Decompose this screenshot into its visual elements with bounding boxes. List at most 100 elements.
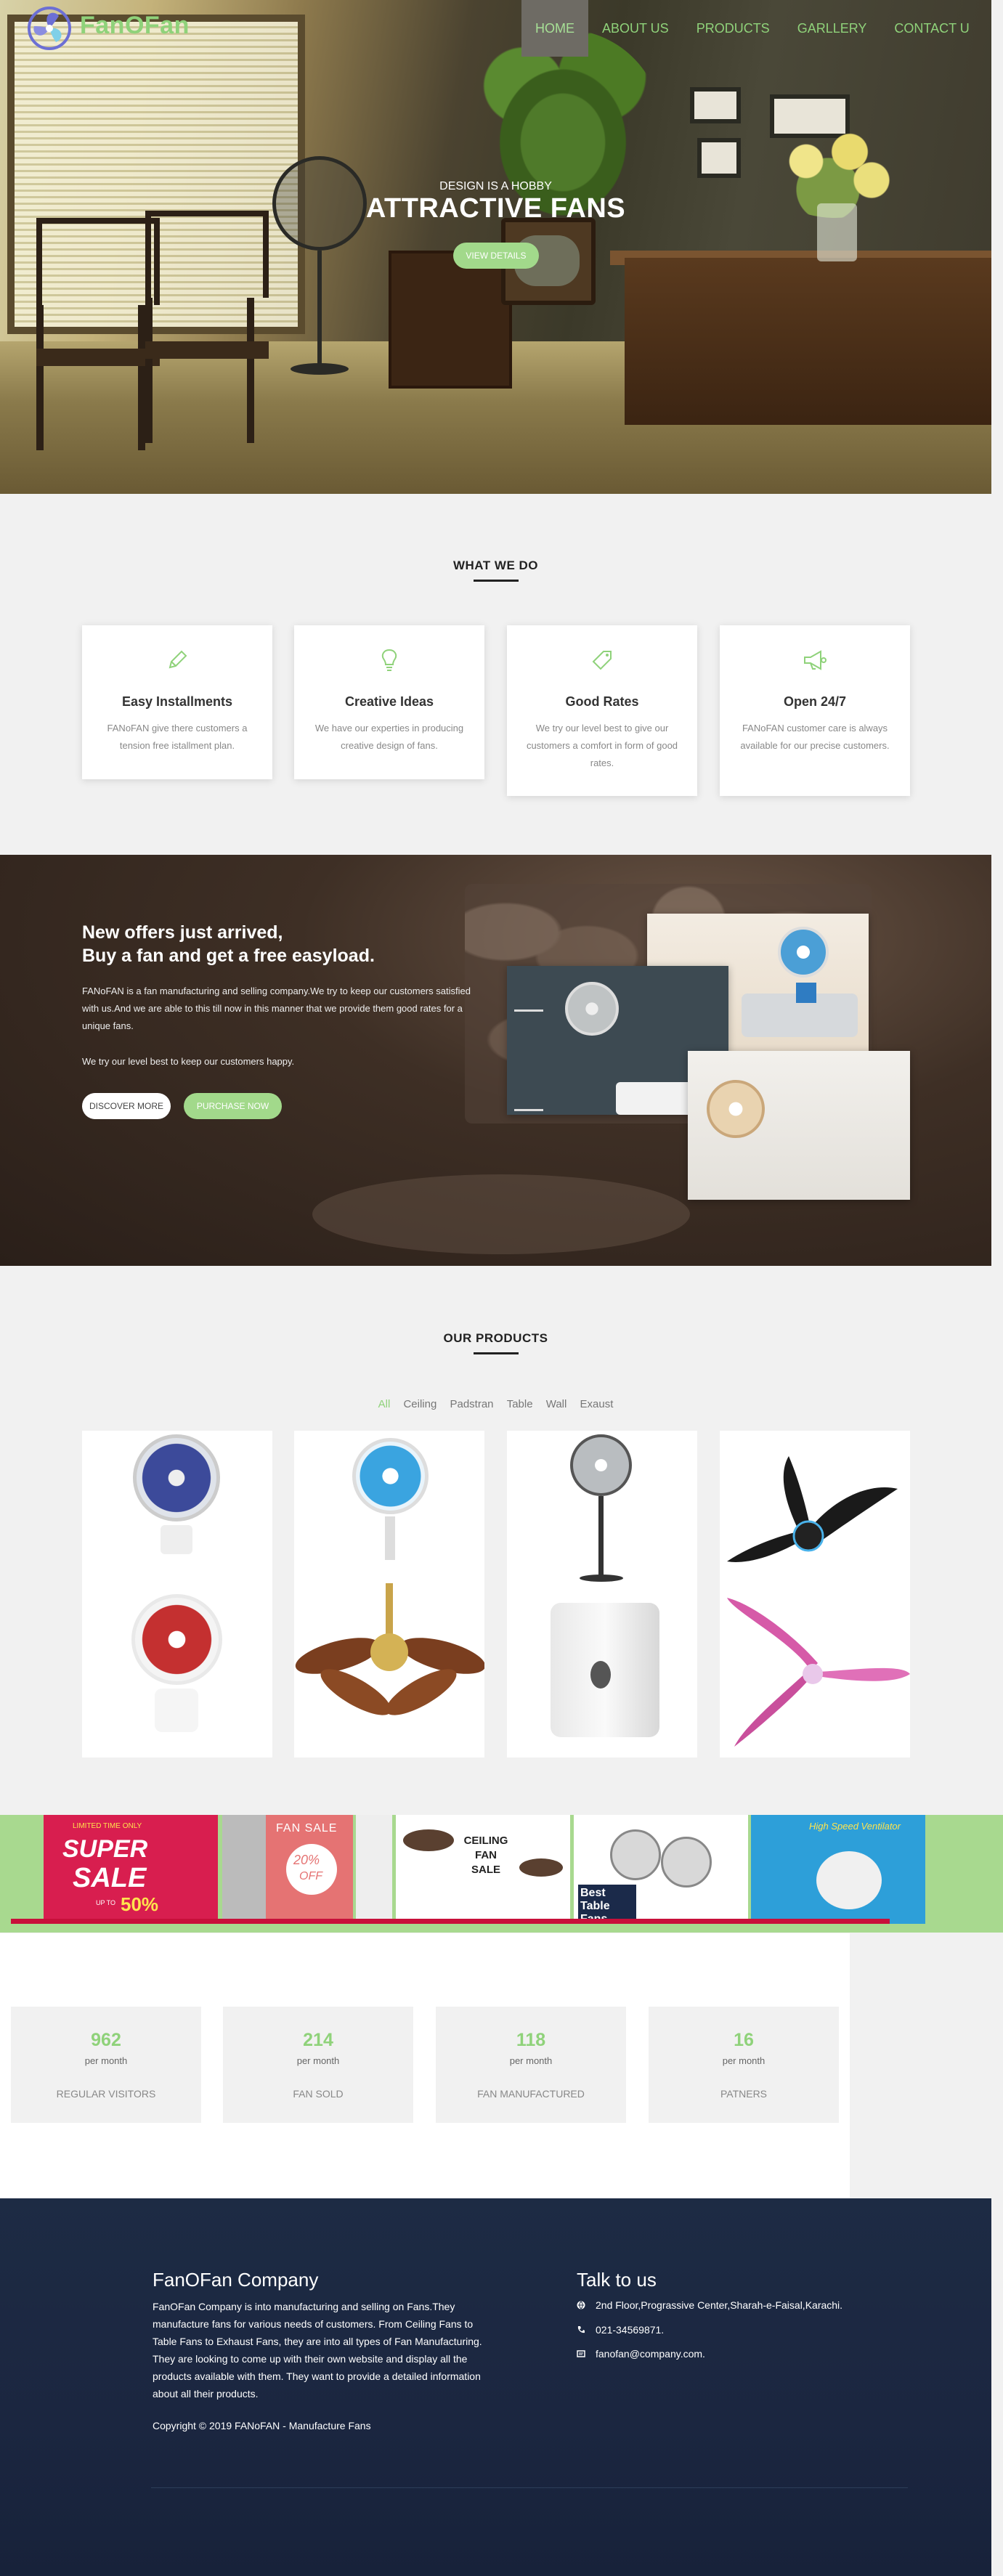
ceiling-fan-wood-image bbox=[295, 1583, 484, 1715]
banner-text: SALE bbox=[73, 1863, 147, 1893]
chair-image bbox=[145, 211, 269, 443]
mail-icon bbox=[577, 2350, 585, 2357]
main-nav: HOME ABOUT US PRODUCTS GARLLERY CONTACT … bbox=[521, 0, 983, 57]
section-title-what-we-do: WHAT WE DO bbox=[452, 558, 539, 572]
section-title-underline bbox=[474, 580, 519, 582]
offer-paragraph: FANoFAN is a fan manufacturing and selli… bbox=[82, 986, 471, 1031]
stat-card-fan-sold: 214 per month FAN SOLD bbox=[223, 2007, 413, 2123]
ceiling-fan-floral-image bbox=[727, 1598, 910, 1747]
wall-fan-photo-white-wall bbox=[688, 1051, 910, 1200]
nav-item-products[interactable]: PRODUCTS bbox=[683, 0, 784, 57]
wall-fan-stem bbox=[385, 1516, 395, 1560]
footer-email[interactable]: fanofan@company.com. bbox=[577, 2348, 705, 2360]
discover-more-button[interactable]: DISCOVER MORE bbox=[82, 1093, 171, 1119]
banner-text: SUPER bbox=[62, 1835, 148, 1863]
pedestal-fan-base bbox=[580, 1575, 623, 1582]
pencil-icon bbox=[168, 650, 187, 669]
stat-value: 214 bbox=[303, 2030, 333, 2050]
stat-period: per month bbox=[722, 2055, 766, 2066]
fan-base bbox=[291, 363, 349, 375]
product-card-table-fans[interactable] bbox=[82, 1431, 272, 1758]
service-text: FANoFAN give there customers a tension f… bbox=[107, 723, 248, 751]
promo-banner-strip: LIMITED TIME ONLY SUPER SALE UP TO 50% F… bbox=[0, 1815, 1003, 1933]
brand-logo-text[interactable]: FanOFan bbox=[80, 12, 190, 40]
filter-all[interactable]: All bbox=[378, 1398, 391, 1410]
filter-wall[interactable]: Wall bbox=[546, 1398, 567, 1410]
stat-value: 118 bbox=[516, 2030, 546, 2050]
globe-icon bbox=[577, 2301, 585, 2309]
ceiling-fan-sale-banner[interactable]: CEILING FAN SALE bbox=[396, 1815, 570, 1924]
stat-value: 16 bbox=[734, 2030, 754, 2050]
hero-title: ATTRACTIVE FANS bbox=[365, 193, 626, 224]
table-fan-blue-image bbox=[133, 1434, 220, 1521]
banner-text: UP TO bbox=[96, 1899, 116, 1906]
banner-text: CEILING FAN SALE bbox=[463, 1835, 508, 1876]
ceiling-fan-black-image bbox=[727, 1456, 898, 1562]
service-card-open-24-7: Open 24/7 FANoFAN customer care is alway… bbox=[720, 625, 910, 796]
filter-ceiling[interactable]: Ceiling bbox=[403, 1398, 436, 1410]
table-fan-base bbox=[161, 1525, 192, 1554]
view-details-button[interactable]: VIEW DETAILS bbox=[453, 243, 539, 269]
service-title: Open 24/7 bbox=[783, 694, 847, 709]
cabinet-image bbox=[389, 251, 512, 389]
banner-text: LIMITED TIME ONLY bbox=[73, 1822, 142, 1830]
service-title: Easy Installments bbox=[121, 694, 233, 709]
service-text: FANoFAN customer care is always availabl… bbox=[740, 723, 890, 751]
product-filters: All Ceiling Padstran Table Wall Exaust bbox=[0, 1398, 991, 1410]
filter-padstran[interactable]: Padstran bbox=[450, 1398, 493, 1410]
footer-phone-text: 021-34569871. bbox=[596, 2324, 665, 2336]
banner-text: High Speed Ventilator bbox=[809, 1821, 901, 1832]
stat-period: per month bbox=[84, 2055, 128, 2066]
footer-company-text: FanOFan Company is into manufacturing an… bbox=[153, 2301, 482, 2400]
nav-item-home[interactable]: HOME bbox=[521, 0, 588, 57]
nav-item-about-us[interactable]: ABOUT US bbox=[588, 0, 683, 57]
service-card-good-rates: Good Rates We try our level best to give… bbox=[507, 625, 697, 796]
service-card-installments: Easy Installments FANoFAN give there cus… bbox=[82, 625, 272, 779]
banner-text: OFF bbox=[299, 1870, 322, 1882]
hero-banner: FanOFan HOME ABOUT US PRODUCTS GARLLERY … bbox=[0, 0, 991, 494]
filter-table[interactable]: Table bbox=[507, 1398, 533, 1410]
product-card-wall-ceiling[interactable] bbox=[294, 1431, 484, 1758]
offer-paragraph: We try our level best to keep our custom… bbox=[82, 1056, 295, 1067]
super-sale-banner[interactable]: LIMITED TIME ONLY SUPER SALE UP TO 50% bbox=[44, 1815, 218, 1924]
banner-text: Best Table Fans bbox=[578, 1885, 636, 1924]
hero-subtitle: DESIGN IS A HOBBY bbox=[439, 180, 552, 192]
pedestal-fan-image bbox=[570, 1434, 632, 1496]
lightbulb-icon bbox=[381, 649, 397, 671]
ceiling-fan-thumb bbox=[403, 1829, 454, 1851]
service-card-creative-ideas: Creative Ideas We have our experties in … bbox=[294, 625, 484, 779]
footer-talk-title: Talk to us bbox=[577, 2269, 657, 2291]
ceiling-fan-thumb bbox=[356, 1815, 392, 1924]
stat-label: REGULAR VISITORS bbox=[56, 2088, 156, 2100]
rug-image bbox=[312, 1174, 690, 1254]
service-title: Creative Ideas bbox=[344, 694, 434, 709]
footer-email-text: fanofan@company.com. bbox=[596, 2348, 705, 2360]
purchase-now-button[interactable]: PURCHASE NOW bbox=[184, 1093, 282, 1119]
product-card-ceiling-fans[interactable] bbox=[720, 1431, 910, 1758]
strip-accent-bar bbox=[11, 1919, 890, 1924]
fan-sale-banner[interactable]: FAN SALE 20% OFF bbox=[266, 1815, 353, 1924]
desk-image bbox=[625, 258, 991, 425]
product-card-pedestal-exhaust[interactable] bbox=[507, 1431, 697, 1758]
filter-exaust[interactable]: Exaust bbox=[580, 1398, 614, 1410]
exhaust-fan-image bbox=[551, 1603, 659, 1737]
offer-heading: New offers just arrived, Buy a fan and g… bbox=[82, 921, 375, 967]
tag-icon bbox=[592, 651, 612, 670]
nav-item-contact[interactable]: CONTACT U bbox=[880, 0, 983, 57]
nav-item-gallery[interactable]: GARLLERY bbox=[784, 0, 881, 57]
service-text: We try our level best to give our custom… bbox=[526, 723, 678, 768]
best-table-fans-banner[interactable]: Best Table Fans bbox=[574, 1815, 748, 1924]
fan-pole bbox=[317, 251, 322, 367]
footer-copyright: Copyright © 2019 FANoFAN - Manufacture F… bbox=[153, 2420, 371, 2431]
high-speed-ventilator-banner[interactable]: High Speed Ventilator bbox=[751, 1815, 925, 1924]
table-fan-red-image bbox=[131, 1594, 222, 1685]
offer-heading-line: Buy a fan and get a free easyload. bbox=[82, 946, 375, 966]
fan-logo-icon[interactable] bbox=[25, 4, 73, 52]
section-title-our-products: OUR PRODUCTS bbox=[443, 1331, 548, 1345]
banner-text: 50% bbox=[121, 1893, 159, 1915]
footer-phone[interactable]: 021-34569871. bbox=[577, 2324, 664, 2336]
footer-address-text: 2nd Floor,Prograssive Center,Sharah-e-Fa… bbox=[596, 2299, 843, 2311]
chair-image bbox=[36, 218, 160, 450]
stat-card-visitors: 962 per month REGULAR VISITORS bbox=[11, 2007, 201, 2123]
megaphone-icon bbox=[804, 650, 827, 670]
